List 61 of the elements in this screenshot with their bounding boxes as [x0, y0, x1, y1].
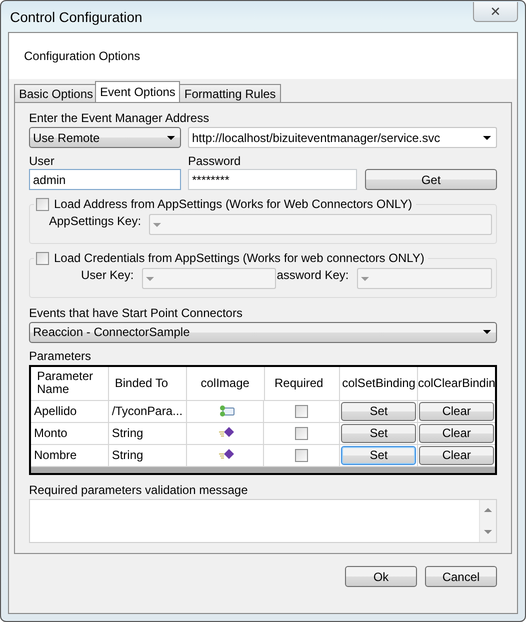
tab[interactable]: Event Options	[95, 81, 180, 102]
user-key-label: User Key:	[81, 268, 134, 282]
clear-button[interactable]: Clear	[419, 402, 494, 421]
checkbox-label: Load Credentials from AppSettings (Works for web connectors ONLY)	[54, 251, 424, 265]
events-dropdown[interactable]: Reaccion - ConnectorSample	[29, 322, 497, 343]
object-icon	[218, 405, 235, 418]
user-label: User	[29, 154, 54, 168]
set-button[interactable]: Set	[341, 402, 416, 421]
scroll-down-icon	[484, 530, 492, 534]
user-key-dropdown[interactable]	[142, 268, 276, 289]
mode-dropdown[interactable]: Use Remote	[29, 127, 181, 148]
dropdown-arrow-icon	[146, 276, 154, 280]
validation-label: Required parameters validation message	[29, 482, 248, 497]
header-title: Configuration Options	[24, 49, 140, 63]
table-cell: String	[108, 422, 187, 445]
table-cell: Apellido	[31, 400, 109, 423]
column-header: Parameter Name	[31, 366, 109, 401]
close-button[interactable]: ✕	[473, 2, 518, 22]
column-header: Binded To	[108, 366, 187, 401]
scroll-up-icon	[484, 508, 492, 512]
ok-button[interactable]: Ok	[345, 566, 417, 587]
clear-button[interactable]: Clear	[419, 424, 494, 443]
dropdown-arrow-icon	[360, 276, 369, 280]
column-header: Required	[264, 366, 340, 401]
checkbox[interactable]	[295, 404, 308, 418]
checkbox[interactable]	[295, 448, 308, 462]
column-header: colSetBinding	[340, 366, 418, 401]
dropdown-arrow-icon	[483, 330, 491, 334]
table-cell: Monto	[31, 422, 109, 445]
dropdown-arrow-icon	[483, 136, 491, 140]
table-cell: /TyconPara...	[108, 400, 187, 423]
set-button[interactable]: Set	[341, 446, 416, 465]
clear-button[interactable]: Clear	[419, 446, 494, 465]
appsettings-key-label: AppSettings Key:	[49, 214, 142, 228]
validation-message-box[interactable]	[29, 498, 497, 543]
set-button[interactable]: Set	[341, 424, 416, 443]
checkbox[interactable]	[36, 198, 49, 210]
dropdown-arrow-icon	[167, 136, 175, 140]
password-field[interactable]: ********	[188, 169, 357, 190]
user-field[interactable]: admin	[29, 169, 181, 190]
address-label: Enter the Event Manager Address	[29, 111, 210, 125]
parameters-label: Parameters	[29, 348, 92, 363]
events-label: Events that have Start Point Connectors	[29, 306, 242, 320]
property-icon	[218, 449, 235, 462]
password-label: Password	[188, 154, 241, 168]
column-header: colClearBindin	[418, 366, 496, 401]
window-title: Control Configuration	[9, 8, 142, 24]
scrollbar[interactable]	[479, 500, 496, 542]
appsettings-key-dropdown[interactable]	[149, 214, 492, 235]
tab[interactable]: Formatting Rules	[179, 84, 281, 102]
password-key-dropdown[interactable]	[356, 268, 492, 289]
url-dropdown[interactable]: http://localhost/bizuiteventmanager/service.svc	[188, 127, 497, 148]
dropdown-arrow-icon	[153, 222, 162, 226]
get-button[interactable]: Get	[365, 169, 497, 190]
checkbox[interactable]	[295, 426, 308, 440]
password-key-label: assword Key:	[276, 268, 349, 282]
property-icon	[218, 427, 235, 440]
checkbox-label: Load Address from AppSettings (Works for Web Connectors ONLY)	[54, 197, 412, 211]
checkbox[interactable]	[36, 252, 49, 264]
column-header: colImage	[186, 366, 265, 401]
cancel-button[interactable]: Cancel	[425, 566, 497, 587]
